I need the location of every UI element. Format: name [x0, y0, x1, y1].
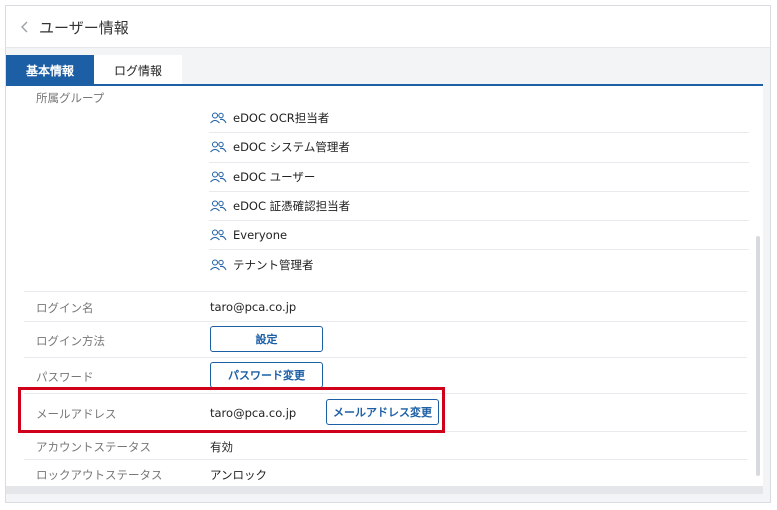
- page-header: ユーザー情報: [6, 6, 770, 48]
- tab-basic-info[interactable]: 基本情報: [6, 55, 94, 85]
- lockout-status-row: ロックアウトステータス アンロック: [24, 459, 747, 487]
- email-highlight-box: [18, 387, 445, 433]
- group-name: テナント管理者: [233, 258, 314, 273]
- password-label: パスワード: [36, 370, 94, 384]
- people-icon: [209, 229, 227, 241]
- login-method-row: ログイン方法 設定: [24, 321, 747, 357]
- group-name: eDOC 証憑確認担当者: [233, 199, 351, 214]
- group-name: Everyone: [233, 228, 288, 243]
- list-item: eDOC 証憑確認担当者: [209, 192, 749, 222]
- login-name-row: ログイン名 taro@pca.co.jp: [24, 291, 747, 321]
- group-list: eDOC OCR担当者 eDOC システム管理者 eDOC ユーザー eDOC …: [209, 104, 749, 280]
- login-method-label: ログイン方法: [36, 334, 105, 348]
- group-name: eDOC OCR担当者: [233, 111, 330, 126]
- group-name: eDOC ユーザー: [233, 169, 316, 184]
- account-status-row: アカウントステータス 有効: [24, 431, 747, 459]
- lockout-status-value: アンロック: [210, 468, 268, 482]
- people-icon: [209, 112, 227, 124]
- panel-bottom-edge: [6, 486, 763, 494]
- list-item: Everyone: [209, 221, 749, 251]
- account-status-value: 有効: [210, 440, 233, 454]
- page-title: ユーザー情報: [39, 19, 129, 37]
- groups-label: 所属グループ: [36, 91, 105, 105]
- login-method-settings-button[interactable]: 設定: [210, 326, 323, 352]
- login-name-value: taro@pca.co.jp: [210, 300, 297, 314]
- login-name-label: ログイン名: [36, 301, 94, 315]
- people-icon: [209, 141, 227, 153]
- people-icon: [209, 200, 227, 212]
- list-item: eDOC ユーザー: [209, 163, 749, 192]
- lockout-status-label: ロックアウトステータス: [36, 468, 163, 482]
- tab-bar: 基本情報 ログ情報: [6, 55, 182, 85]
- chevron-left-icon[interactable]: [18, 18, 32, 36]
- list-item: eDOC システム管理者: [209, 133, 749, 163]
- list-item: テナント管理者: [209, 250, 749, 279]
- scrollbar[interactable]: [756, 236, 760, 476]
- people-icon: [209, 171, 227, 183]
- group-name: eDOC システム管理者: [233, 140, 350, 155]
- tab-log-info[interactable]: ログ情報: [94, 55, 182, 85]
- people-icon: [209, 259, 227, 271]
- change-password-button[interactable]: パスワード変更: [210, 362, 323, 388]
- list-item: eDOC OCR担当者: [209, 104, 749, 134]
- account-status-label: アカウントステータス: [36, 440, 151, 454]
